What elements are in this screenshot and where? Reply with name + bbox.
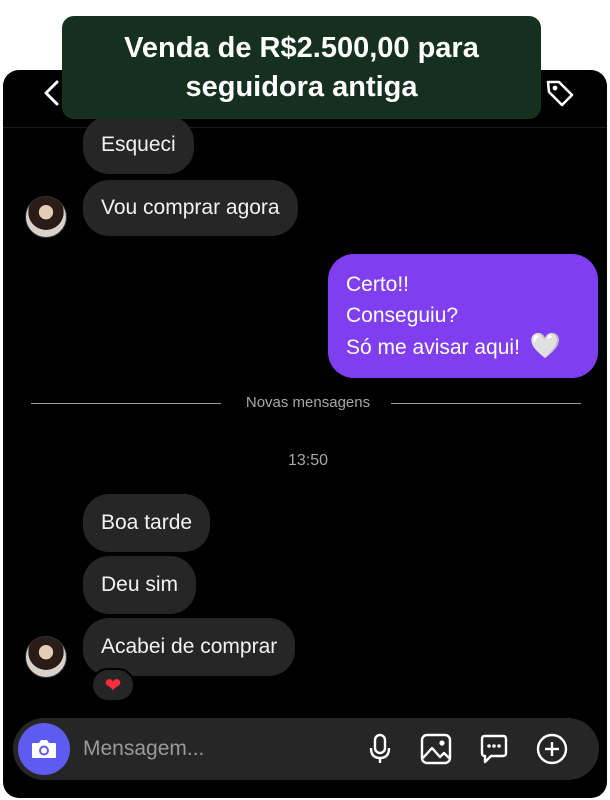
incoming-message[interactable]: Vou comprar agora xyxy=(83,180,298,236)
incoming-message[interactable]: Deu sim xyxy=(83,556,197,614)
avatar[interactable] xyxy=(25,196,67,238)
chat-screen: Esqueci Vou comprar agora Certo!! Conseg… xyxy=(3,70,607,798)
heart-reaction[interactable]: ❤ xyxy=(91,668,135,702)
avatar[interactable] xyxy=(25,636,67,678)
banner-line-2: seguidora antiga xyxy=(185,70,418,103)
red-heart-icon: ❤ xyxy=(104,674,122,697)
sticker-icon xyxy=(480,734,508,764)
outgoing-line: Conseguiu? xyxy=(346,304,459,327)
divider-line xyxy=(31,403,221,404)
outgoing-line: Só me avisar aqui! 🤍 xyxy=(346,332,561,360)
message-input[interactable] xyxy=(83,732,343,766)
incoming-message[interactable]: Esqueci xyxy=(83,116,194,174)
caption-banner: Venda de R$2.500,00 para seguidora antig… xyxy=(62,16,541,119)
camera-icon xyxy=(32,740,56,758)
outgoing-message[interactable]: Certo!! Conseguiu? Só me avisar aqui! 🤍 xyxy=(328,254,598,378)
message-composer xyxy=(13,718,599,780)
new-messages-divider: Novas mensagens xyxy=(245,394,371,411)
banner-line-1: Venda de R$2.500,00 para xyxy=(124,31,479,64)
sticker-button[interactable] xyxy=(477,732,511,766)
timestamp: 13:50 xyxy=(287,452,329,469)
white-heart-icon: 🤍 xyxy=(529,332,561,360)
tag-icon[interactable] xyxy=(543,76,577,110)
image-icon xyxy=(420,733,452,765)
microphone-button[interactable] xyxy=(363,732,397,766)
incoming-message[interactable]: Boa tarde xyxy=(83,494,211,552)
divider-line xyxy=(391,403,581,404)
camera-button[interactable] xyxy=(18,723,70,775)
add-button[interactable] xyxy=(535,732,569,766)
plus-icon xyxy=(536,733,568,765)
outgoing-line: Certo!! xyxy=(346,273,410,296)
microphone-icon xyxy=(369,733,391,763)
gallery-button[interactable] xyxy=(419,732,453,766)
